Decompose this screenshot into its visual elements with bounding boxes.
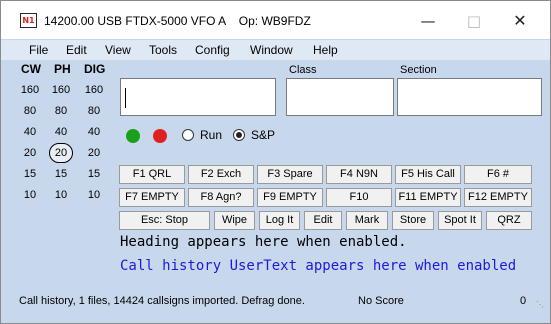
section-label: Section xyxy=(400,64,437,76)
status-indicator-red-icon xyxy=(153,129,167,143)
menu-help[interactable]: Help xyxy=(313,43,338,57)
band-cell-dig-160[interactable]: 160 xyxy=(81,80,107,100)
minimize-button[interactable]: — xyxy=(406,9,450,33)
resize-grip-icon[interactable]: ⋱ xyxy=(536,300,544,309)
menu-config[interactable]: Config xyxy=(195,43,230,57)
f4-button[interactable]: F4 N9N xyxy=(326,165,392,184)
maximize-button[interactable]: □ xyxy=(452,9,496,33)
f2-button[interactable]: F2 Exch xyxy=(188,165,254,184)
esc-stop-button[interactable]: Esc: Stop xyxy=(119,211,210,230)
qrz-button[interactable]: QRZ xyxy=(486,211,532,230)
status-indicator-green-icon xyxy=(126,129,140,143)
band-col-ph-header: PH xyxy=(54,62,71,76)
f12-button[interactable]: F12 EMPTY xyxy=(464,188,532,207)
store-button[interactable]: Store xyxy=(392,211,434,230)
menu-tools[interactable]: Tools xyxy=(149,43,177,57)
call-history-text: Call history UserText appears here when … xyxy=(120,258,517,274)
status-message: Call history, 1 files, 14424 callsigns i… xyxy=(19,295,305,307)
sp-radio-label: S&P xyxy=(251,128,276,142)
band-cell-ph-15[interactable]: 15 xyxy=(48,164,74,184)
f9-button[interactable]: F9 EMPTY xyxy=(257,188,323,207)
f11-button[interactable]: F11 EMPTY xyxy=(395,188,461,207)
band-cell-cw-10[interactable]: 10 xyxy=(17,185,43,205)
close-icon: ✕ xyxy=(513,11,527,30)
band-cell-cw-40[interactable]: 40 xyxy=(17,122,43,142)
title-bar[interactable]: N1 14200.00 USB FTDX-5000 VFO A Op: WB9F… xyxy=(1,1,550,39)
f7-button[interactable]: F7 EMPTY xyxy=(119,188,185,207)
menu-edit[interactable]: Edit xyxy=(66,43,87,57)
menu-view[interactable]: View xyxy=(105,43,131,57)
band-cell-dig-10[interactable]: 10 xyxy=(81,185,107,205)
main-window: N1 14200.00 USB FTDX-5000 VFO A Op: WB9F… xyxy=(0,0,551,324)
band-cell-cw-160[interactable]: 160 xyxy=(17,80,43,100)
class-label: Class xyxy=(289,64,317,76)
band-cell-ph-10[interactable]: 10 xyxy=(48,185,74,205)
run-radio[interactable] xyxy=(182,129,194,141)
menu-file[interactable]: File xyxy=(29,43,48,57)
wipe-button[interactable]: Wipe xyxy=(214,211,255,230)
f8-button[interactable]: F8 Agn? xyxy=(188,188,254,207)
band-cell-cw-20[interactable]: 20 xyxy=(17,143,43,163)
band-cell-ph-20-selected[interactable]: 20 xyxy=(49,143,73,163)
mark-button[interactable]: Mark xyxy=(346,211,388,230)
band-cell-dig-80[interactable]: 80 xyxy=(81,101,107,121)
close-button[interactable]: ✕ xyxy=(498,9,542,33)
window-title: 14200.00 USB FTDX-5000 VFO A Op: WB9FDZ xyxy=(44,14,311,28)
minimize-icon: — xyxy=(420,12,436,30)
band-cell-ph-80[interactable]: 80 xyxy=(48,101,74,121)
sp-radio[interactable] xyxy=(233,129,245,141)
score-status: No Score xyxy=(358,295,404,307)
band-cell-cw-80[interactable]: 80 xyxy=(17,101,43,121)
band-cell-dig-40[interactable]: 40 xyxy=(81,122,107,142)
band-cell-ph-40[interactable]: 40 xyxy=(48,122,74,142)
band-cell-dig-20[interactable]: 20 xyxy=(81,143,107,163)
band-cell-ph-160[interactable]: 160 xyxy=(48,80,74,100)
maximize-icon: □ xyxy=(466,12,482,30)
menu-bar: File Edit View Tools Config Window Help xyxy=(1,40,550,60)
f5-button[interactable]: F5 His Call xyxy=(395,165,461,184)
run-radio-label: Run xyxy=(200,128,223,142)
spot-it-button[interactable]: Spot It xyxy=(438,211,482,230)
band-cell-dig-15[interactable]: 15 xyxy=(81,164,107,184)
app-logo-text: N1 xyxy=(22,16,35,25)
section-input[interactable] xyxy=(397,78,542,116)
class-input[interactable] xyxy=(286,78,394,116)
f1-button[interactable]: F1 QRL xyxy=(119,165,185,184)
log-it-button[interactable]: Log It xyxy=(259,211,300,230)
edit-button[interactable]: Edit xyxy=(304,211,342,230)
f6-button[interactable]: F6 # xyxy=(464,165,532,184)
qso-count: 0 xyxy=(520,295,527,307)
heading-text: Heading appears here when enabled. xyxy=(120,234,407,250)
band-col-dig-header: DIG xyxy=(84,62,106,76)
f10-button[interactable]: F10 xyxy=(326,188,392,207)
callsign-input[interactable] xyxy=(120,78,276,116)
band-col-cw-header: CW xyxy=(21,62,41,76)
app-logo-icon[interactable]: N1 xyxy=(20,13,37,28)
band-cell-cw-15[interactable]: 15 xyxy=(17,164,43,184)
f3-button[interactable]: F3 Spare xyxy=(257,165,323,184)
menu-window[interactable]: Window xyxy=(250,43,293,57)
text-caret xyxy=(125,88,126,108)
